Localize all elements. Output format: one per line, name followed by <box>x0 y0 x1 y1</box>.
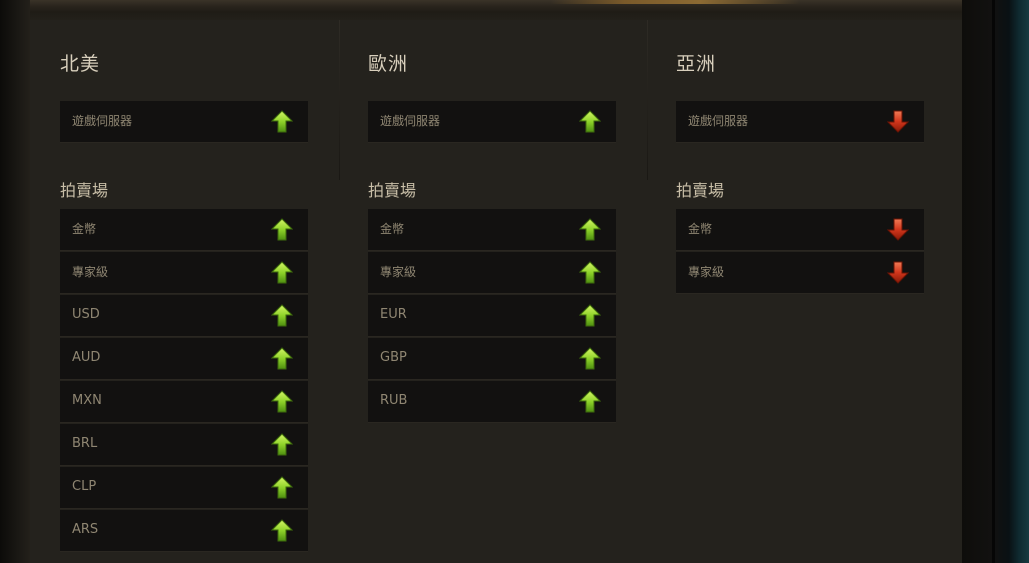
arrow-up-icon <box>271 347 293 370</box>
auction-row: AUD <box>60 338 308 380</box>
auction-row: EUR <box>368 295 616 337</box>
auction-house-title: 拍賣場 <box>676 181 725 200</box>
left-frame <box>0 0 30 563</box>
auction-row: ARS <box>60 510 308 552</box>
row-label: 專家級 <box>72 265 109 279</box>
region-title: 北美 <box>60 53 101 75</box>
row-label: 金幣 <box>688 222 713 236</box>
arrow-up-shape <box>579 261 601 284</box>
arrow-up-icon <box>579 347 601 370</box>
right-frame <box>962 0 1029 563</box>
arrow-up-shape <box>271 476 293 499</box>
auction-row: 專家級 <box>368 252 616 294</box>
region-column-europe: 歐洲 遊戲伺服器 拍賣場 金幣 專家級 EUR GBP RUB <box>338 20 646 563</box>
arrow-up-shape <box>579 347 601 370</box>
auction-row: USD <box>60 295 308 337</box>
row-label: GBP <box>380 350 407 365</box>
arrow-up-shape <box>579 110 601 133</box>
auction-row: RUB <box>368 381 616 423</box>
row-label: 遊戲伺服器 <box>380 114 441 128</box>
row-label: 金幣 <box>72 222 97 236</box>
arrow-up-shape <box>271 519 293 542</box>
top-frame-border <box>30 0 962 21</box>
arrow-down-shape <box>887 110 909 133</box>
auction-row: MXN <box>60 381 308 423</box>
arrow-up-shape <box>271 433 293 456</box>
row-label: BRL <box>72 436 98 451</box>
auction-house-title: 拍賣場 <box>60 181 109 200</box>
auction-row: 金幣 <box>676 209 924 251</box>
auction-row: BRL <box>60 424 308 466</box>
auction-row: GBP <box>368 338 616 380</box>
region-column-north-america: 北美 遊戲伺服器 拍賣場 金幣 專家級 USD AUD MXN BRL CLP … <box>30 20 338 563</box>
region-title: 亞洲 <box>676 53 717 75</box>
server-status-panel: 北美 遊戲伺服器 拍賣場 金幣 專家級 USD AUD MXN BRL CLP … <box>30 20 962 563</box>
row-label: 專家級 <box>688 265 725 279</box>
arrow-down-shape <box>887 261 909 284</box>
row-label: USD <box>72 307 100 322</box>
row-label: 遊戲伺服器 <box>688 114 749 128</box>
row-label: 專家級 <box>380 265 417 279</box>
auction-house-title: 拍賣場 <box>368 181 417 200</box>
region-title: 歐洲 <box>368 53 409 75</box>
row-label: MXN <box>72 393 102 408</box>
arrow-up-shape <box>271 304 293 327</box>
arrow-up-icon <box>271 218 293 241</box>
arrow-up-icon <box>271 304 293 327</box>
arrow-up-icon <box>271 476 293 499</box>
game-server-row: 遊戲伺服器 <box>368 101 616 143</box>
arrow-down-icon <box>887 110 909 133</box>
arrow-down-icon <box>887 261 909 284</box>
game-server-row: 遊戲伺服器 <box>676 101 924 143</box>
row-label: 遊戲伺服器 <box>72 114 133 128</box>
arrow-up-icon <box>271 390 293 413</box>
arrow-up-shape <box>271 261 293 284</box>
row-label: EUR <box>380 307 407 322</box>
row-label: AUD <box>72 350 101 365</box>
arrow-up-shape <box>271 390 293 413</box>
arrow-up-shape <box>271 347 293 370</box>
arrow-up-icon <box>271 519 293 542</box>
arrow-up-icon <box>579 304 601 327</box>
arrow-up-shape <box>579 390 601 413</box>
region-column-asia: 亞洲 遊戲伺服器 拍賣場 金幣 專家級 <box>646 20 962 563</box>
auction-row: 金幣 <box>368 209 616 251</box>
arrow-up-icon <box>271 261 293 284</box>
arrow-up-shape <box>579 218 601 241</box>
arrow-up-icon <box>579 218 601 241</box>
arrow-up-shape <box>271 218 293 241</box>
row-label: ARS <box>72 522 99 537</box>
arrow-down-shape <box>887 218 909 241</box>
row-label: 金幣 <box>380 222 405 236</box>
auction-row: 專家級 <box>60 252 308 294</box>
arrow-down-icon <box>887 218 909 241</box>
arrow-up-icon <box>271 110 293 133</box>
auction-row: CLP <box>60 467 308 509</box>
arrow-up-icon <box>271 433 293 456</box>
arrow-up-icon <box>579 261 601 284</box>
auction-row: 金幣 <box>60 209 308 251</box>
arrow-up-shape <box>271 110 293 133</box>
arrow-up-icon <box>579 110 601 133</box>
game-server-row: 遊戲伺服器 <box>60 101 308 143</box>
row-label: RUB <box>380 393 408 408</box>
row-label: CLP <box>72 479 97 494</box>
arrow-up-shape <box>579 304 601 327</box>
arrow-up-icon <box>579 390 601 413</box>
auction-row: 專家級 <box>676 252 924 294</box>
